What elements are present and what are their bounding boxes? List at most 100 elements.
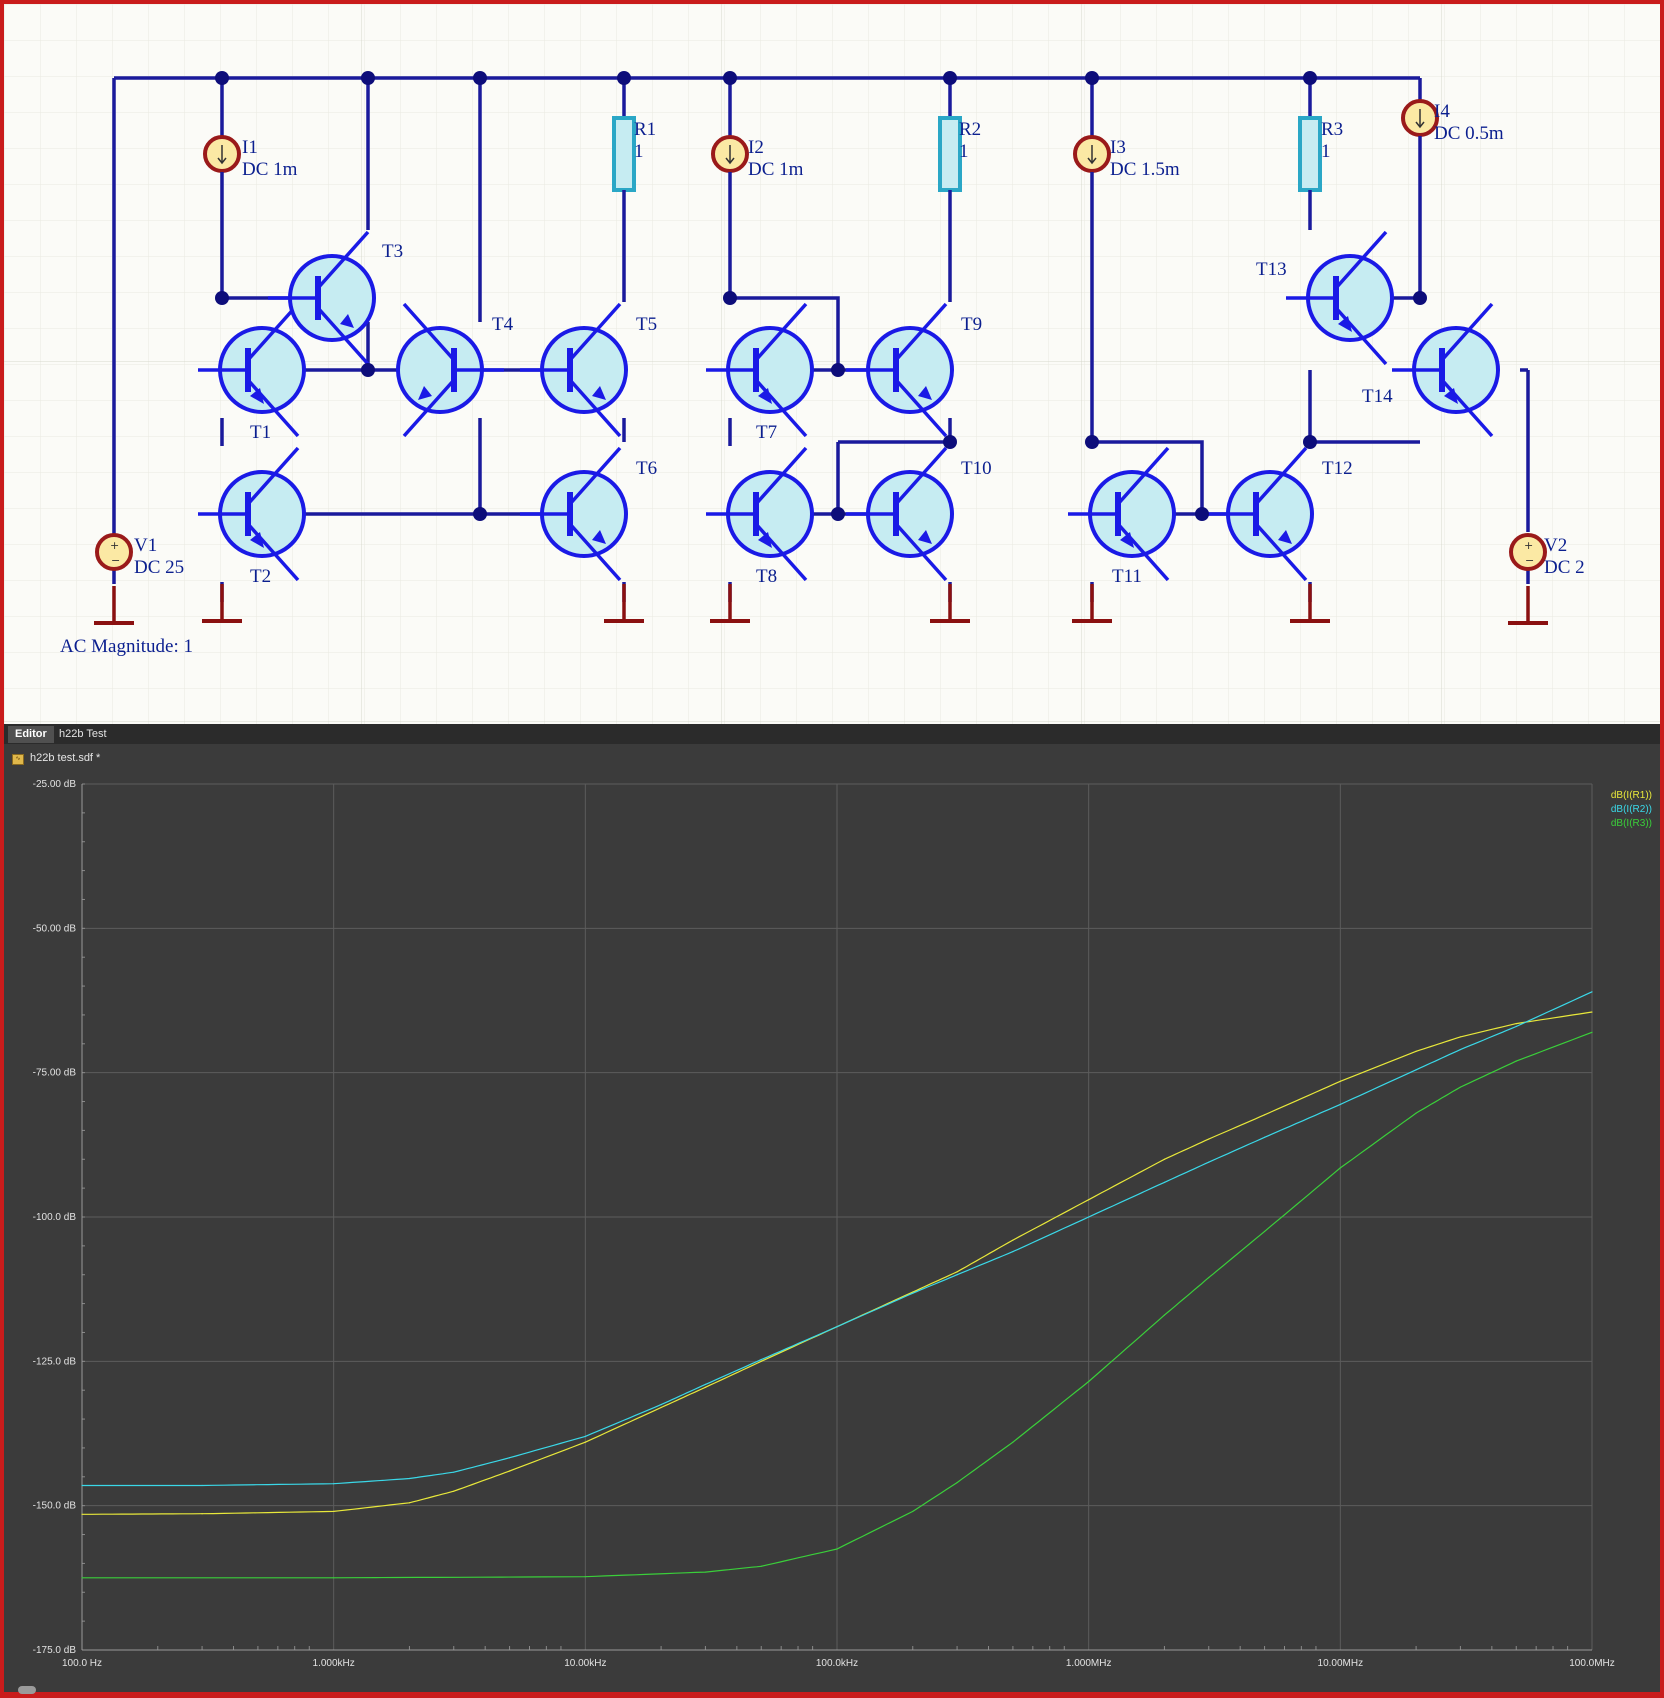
schematic-canvas[interactable]: + − + − T1 T2 T3 T4 T5 T6 T7 T8 T9 T10 T11 … [4,4,1660,724]
data-point [836,1326,838,1328]
junction-dot [723,291,737,305]
label-T12: T12 [1322,458,1353,479]
data-point [1208,1277,1210,1279]
y-tick-label: -175.0 dB [33,1645,77,1656]
junction-dot [1303,435,1317,449]
data-point [704,1386,707,1388]
label-T5: T5 [636,314,657,335]
plus-sign: + [1524,539,1533,552]
legend-entry-2: dB(I(R2)) [1611,804,1652,815]
data-point [1339,1103,1341,1106]
junction-dot [831,507,845,521]
data-point [1591,1011,1593,1013]
data-point [201,1484,203,1487]
data-point [1012,1239,1014,1241]
current-source-I1 [203,135,241,173]
data-point [508,1457,511,1459]
junction-dot [361,363,375,377]
label-I4: I4 [1434,101,1450,122]
waveform-plot[interactable]: 100.0 Hz 1.000kHz 10.00kHz 100.0kHz 1.000MHz… [4,774,1660,1692]
junction-dot [723,71,737,85]
x-tick-label: 10.00MHz [1318,1658,1364,1669]
data-point [81,1513,83,1515]
tab-editor[interactable]: Editor [8,726,54,743]
data-point [1163,1314,1166,1316]
data-point [956,1271,958,1273]
data-point [836,1548,838,1550]
data-point [1415,1069,1417,1071]
data-point [453,1471,455,1473]
label-T14: T14 [1362,386,1393,407]
data-point [1459,1048,1462,1051]
data-point [453,1490,455,1492]
data-point [1263,1114,1266,1116]
data-point [912,1510,914,1513]
data-point [81,1484,83,1487]
tab-h22b-test[interactable]: h22b Test [52,726,114,743]
data-point [1088,1199,1090,1201]
junction-dot [473,507,487,521]
label-T9: T9 [961,314,982,335]
junction-dot [1195,507,1209,521]
data-point [956,1274,958,1276]
waveform-doc-icon: ∿ [12,754,24,765]
data-point [584,1435,586,1437]
x-tick-label: 100.0kHz [816,1658,858,1669]
data-point [956,1481,958,1484]
data-point [660,1404,662,1406]
data-point [1263,1230,1266,1233]
x-tick-label: 100.0MHz [1569,1658,1615,1669]
resistor-R2 [938,116,962,192]
data-point [760,1565,762,1567]
data-point [1339,1167,1341,1169]
data-point [1208,1138,1210,1140]
data-point [760,1360,762,1362]
data-point [1263,1136,1266,1138]
label-I2: I2 [748,137,764,158]
label-T7: T7 [756,422,777,443]
label-T13: T13 [1256,259,1287,280]
y-tick-label: -150.0 dB [33,1501,77,1512]
current-source-I2 [711,135,749,173]
label-I1: I1 [242,137,258,158]
data-point [1208,1161,1210,1163]
minus-sign: − [1525,554,1534,567]
data-point [333,1510,335,1513]
junction-dot [473,71,487,85]
voltage-source-V1: +− [95,533,133,571]
label-T6: T6 [636,458,657,479]
label-R3: R3 [1321,119,1343,140]
y-tick-label: -50.00 dB [33,923,77,934]
junction-dot [215,71,229,85]
label-T3: T3 [382,241,403,262]
data-point [1515,1025,1517,1028]
y-tick-label: -100.0 dB [33,1212,77,1223]
label-V1: V1 [134,535,157,556]
chart-svg[interactable]: 100.0 Hz 1.000kHz 10.00kHz 100.0kHz 1.000MHz… [4,774,1660,1692]
data-point [1459,1036,1462,1038]
document-title[interactable]: h22b test.sdf * [30,752,100,764]
data-point [1163,1158,1166,1160]
junction-dot [361,71,375,85]
legend-entry-1: dB(I(R1)) [1611,790,1652,801]
y-tick-label: -75.00 dB [33,1068,77,1079]
data-point [704,1571,707,1573]
label-V2: V2 [1544,535,1567,556]
y-tick-label: -125.0 dB [33,1356,77,1367]
label-T11: T11 [1112,566,1142,587]
panel-tab-bar: Editor h22b Test [4,724,1660,744]
label-R2: R2 [959,119,981,140]
data-point [1339,1080,1341,1082]
value-I1: DC 1m [242,159,298,180]
horizontal-scrollbar-thumb[interactable] [18,1686,36,1694]
legend-entry-3: dB(I(R3)) [1611,818,1652,829]
label-I3: I3 [1110,137,1126,158]
data-point [1088,1380,1090,1383]
resistor-R3 [1298,116,1322,192]
junction-dot [943,71,957,85]
data-point [1459,1086,1462,1088]
data-point [1415,1112,1417,1114]
x-tick-label: 1.000kHz [313,1658,355,1669]
value-R1: 1 [634,141,644,162]
data-point [1163,1181,1166,1183]
